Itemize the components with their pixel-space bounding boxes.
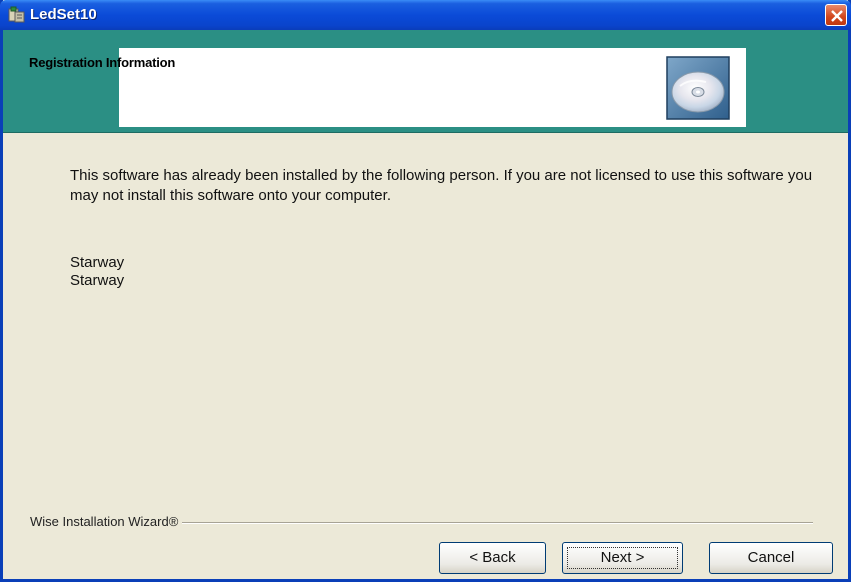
back-button[interactable]: < Back — [439, 542, 546, 574]
page-title: Registration Information — [29, 55, 176, 70]
next-button-label: Next > — [600, 549, 645, 566]
close-icon — [831, 10, 843, 22]
title-bar[interactable]: LedSet10 — [0, 0, 851, 30]
registered-user-name: Starway — [70, 254, 125, 271]
installer-window: LedSet10 Registration Information This s… — [0, 0, 851, 582]
window-title: LedSet10 — [30, 6, 97, 23]
back-button-label: < Back — [469, 549, 516, 566]
close-button[interactable] — [825, 4, 847, 26]
registered-user-company: Starway — [70, 272, 125, 289]
install-message: This software has already been installed… — [70, 167, 813, 204]
brand-label: Wise Installation Wizard® — [30, 514, 183, 529]
next-button[interactable]: Next > — [562, 542, 683, 574]
cancel-button[interactable]: Cancel — [709, 542, 833, 574]
app-icon — [8, 6, 26, 24]
cd-disc-icon — [666, 56, 730, 120]
header-panel — [119, 48, 746, 127]
cancel-button-label: Cancel — [747, 549, 795, 566]
brand-divider: Wise Installation Wizard® — [30, 508, 813, 529]
